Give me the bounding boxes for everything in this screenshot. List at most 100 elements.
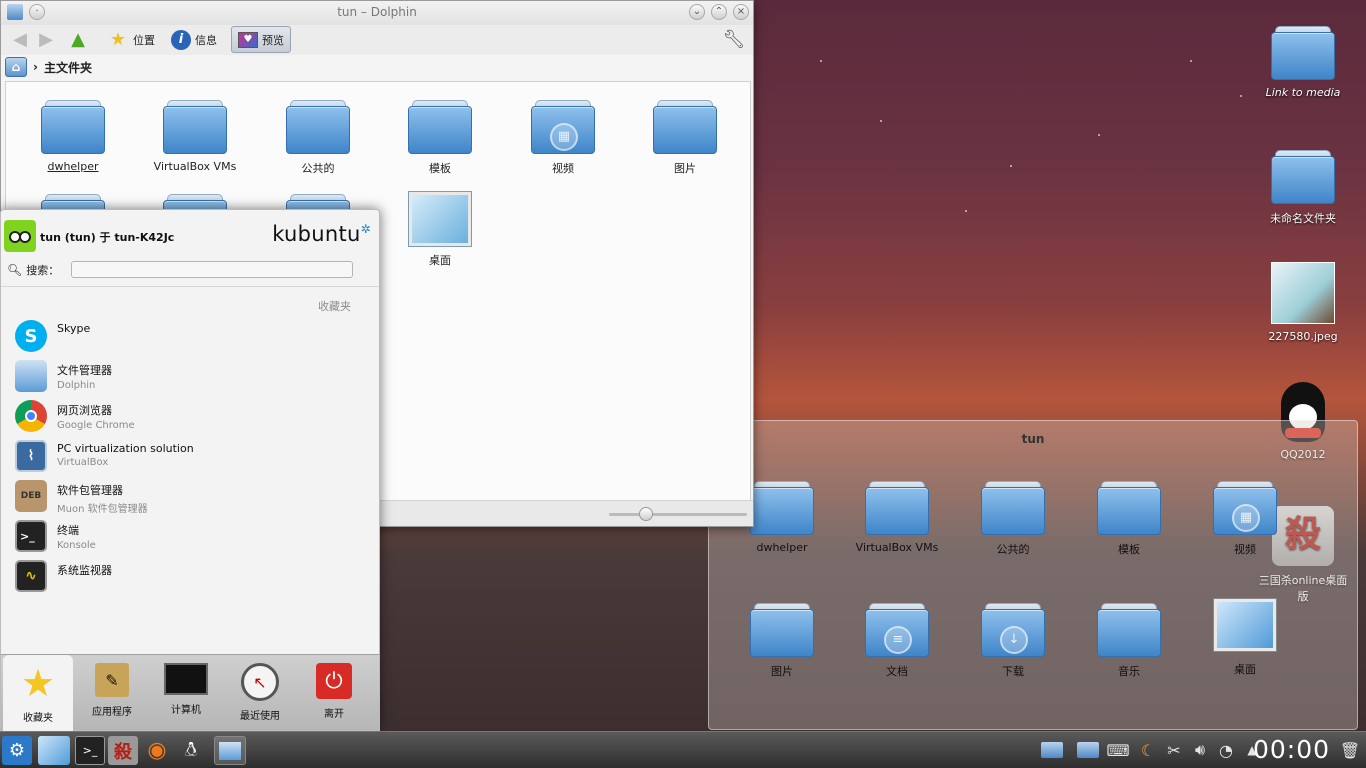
folder-item[interactable]: 模板 xyxy=(1074,481,1184,557)
show-desktop-icon[interactable] xyxy=(38,736,70,765)
kubuntu-logo: kubuntu✲ xyxy=(272,222,371,246)
applications-icon: ✎ xyxy=(95,663,129,697)
folder-item[interactable]: ▦ 视频 xyxy=(508,100,618,176)
folder-item[interactable]: dwhelper xyxy=(18,100,128,173)
video-folder-icon: ▦ xyxy=(531,100,595,154)
zoom-slider-handle[interactable] xyxy=(639,507,653,521)
volume-icon[interactable]: 🔊︎ xyxy=(1188,738,1212,762)
folder-item[interactable]: 模板 xyxy=(385,100,495,176)
desktop-icon-link-to-media[interactable]: Link to media xyxy=(1255,26,1351,99)
folder-item[interactable]: 桌面 xyxy=(1190,599,1300,677)
package-icon: DEB xyxy=(15,480,47,512)
system-monitor-icon: ∿ xyxy=(15,560,47,592)
list-item-skype[interactable]: S Skype xyxy=(15,316,365,356)
window-titlebar[interactable]: · tun – Dolphin ⌄ ⌃ × xyxy=(1,1,753,25)
folder-item[interactable]: 公共的 xyxy=(263,100,373,176)
maximize-button[interactable]: ⌃ xyxy=(711,4,727,20)
folder-label: dwhelper xyxy=(47,160,99,173)
folder-item[interactable]: 公共的 xyxy=(958,481,1068,557)
folder-item[interactable]: 桌面 xyxy=(385,192,495,268)
tab-recent[interactable]: ↖ 最近使用 xyxy=(225,663,295,722)
minimize-button[interactable]: ⌄ xyxy=(689,4,705,20)
folder-item[interactable]: ↓ 下载 xyxy=(958,603,1068,679)
zoom-slider[interactable] xyxy=(609,507,747,521)
up-button[interactable]: ▲ xyxy=(61,26,95,53)
kde-launcher-button[interactable]: ⚙︎ xyxy=(2,736,32,765)
folder-label: 视频 xyxy=(552,162,574,175)
folder-item[interactable]: 图片 xyxy=(630,100,740,176)
folder-item[interactable]: 图片 xyxy=(727,603,837,679)
folder-label: dwhelper xyxy=(756,541,808,554)
close-button[interactable]: × xyxy=(733,4,749,20)
tab-computer[interactable]: 计算机 xyxy=(151,663,221,716)
folder-icon xyxy=(1271,150,1335,204)
tab-applications[interactable]: ✎ 应用程序 xyxy=(77,663,147,718)
night-mode-icon[interactable]: ☾ xyxy=(1136,738,1160,762)
clipboard-scissors-icon[interactable]: ✂︎ xyxy=(1162,738,1186,762)
tab-leave[interactable]: ⏻︎ 离开 xyxy=(299,663,369,720)
app-subtitle: Google Chrome xyxy=(57,420,135,431)
game-task-icon[interactable]: 殺 xyxy=(108,736,138,765)
terminal-task-icon[interactable]: >_ xyxy=(75,736,105,765)
preview-button[interactable]: ♥ 预览 xyxy=(231,26,291,53)
wifi-icon[interactable]: ◔ xyxy=(1214,738,1238,762)
video-folder-icon: ▦ xyxy=(1213,481,1277,535)
home-icon[interactable]: ⌂ xyxy=(5,57,27,77)
folder-item[interactable]: VirtualBox VMs xyxy=(140,100,250,173)
configure-button[interactable]: 🔧︎ xyxy=(717,26,751,53)
clock[interactable]: 00:00 xyxy=(1253,735,1330,764)
device-notifier-icon[interactable] xyxy=(1040,738,1064,762)
folder-item[interactable]: VirtualBox VMs xyxy=(842,481,952,554)
qq-icon[interactable]: 🐧︎ xyxy=(176,736,206,765)
folder-icon xyxy=(1097,481,1161,535)
clock-icon: ↖ xyxy=(241,663,279,701)
folder-view-widget[interactable]: ◀ tun dwhelper VirtualBox VMs 公共的 模板 ▦ 视… xyxy=(708,420,1358,730)
desktop-icon-label: 227580.jpeg xyxy=(1268,330,1338,343)
folder-item[interactable]: 音乐 xyxy=(1074,603,1184,679)
info-button[interactable]: i 信息 xyxy=(165,26,223,53)
search-bar: 🔍︎ 搜索： xyxy=(7,261,354,278)
tab-favorites[interactable]: ★ 收藏夹 xyxy=(3,655,73,731)
firefox-icon[interactable]: ◉ xyxy=(142,736,172,765)
folder-view-tray-icon[interactable] xyxy=(1076,738,1100,762)
brand-text: kubuntu xyxy=(272,222,361,246)
folder-item[interactable]: ▦ 视频 xyxy=(1190,481,1300,557)
app-subtitle: VirtualBox xyxy=(57,457,109,468)
back-arrow-icon: ◀ xyxy=(13,29,27,50)
list-item-system-monitor[interactable]: ∿ 系统监视器 xyxy=(15,556,365,596)
documents-folder-icon: ≡ xyxy=(865,603,929,657)
folder-label: VirtualBox VMs xyxy=(153,160,237,173)
list-item-muon[interactable]: DEB 软件包管理器 Muon 软件包管理器 xyxy=(15,476,365,516)
forward-button[interactable]: ▶ xyxy=(29,26,63,53)
keyboard-icon[interactable]: ⌨︎ xyxy=(1106,738,1130,762)
trash-icon[interactable]: 🗑︎ xyxy=(1338,738,1362,762)
dolphin-task-icon[interactable] xyxy=(214,736,246,765)
list-item-dolphin[interactable]: 文件管理器 Dolphin xyxy=(15,356,365,396)
folder-label: 公共的 xyxy=(301,162,335,175)
folder-label: 图片 xyxy=(771,665,793,678)
folder-icon xyxy=(286,100,350,154)
desktop-icon-new-folder[interactable]: 未命名文件夹 xyxy=(1255,150,1351,226)
kickoff-launcher[interactable]: tun (tun) 于 tun-K42Jc kubuntu✲ 🔍︎ 搜索： 收藏… xyxy=(0,209,380,731)
preview-label: 预览 xyxy=(262,33,284,47)
tab-label: 离开 xyxy=(324,709,344,720)
breadcrumb-separator: › xyxy=(33,60,38,74)
power-icon: ⏻︎ xyxy=(316,663,352,699)
search-input[interactable] xyxy=(71,261,354,278)
folder-icon xyxy=(163,100,227,154)
folder-label: 文档 xyxy=(886,665,908,678)
folder-label: 桌面 xyxy=(429,254,451,267)
desktop-icon-label: Link to media xyxy=(1265,86,1341,99)
divider xyxy=(1,286,379,287)
tab-label: 计算机 xyxy=(171,705,201,716)
breadcrumb-home[interactable]: 主文件夹 xyxy=(44,59,92,76)
list-item-virtualbox[interactable]: ⌇ PC virtualization solution VirtualBox xyxy=(15,436,365,476)
list-item-konsole[interactable]: >_ 终端 Konsole xyxy=(15,516,365,556)
list-item-chrome[interactable]: 网页浏览器 Google Chrome xyxy=(15,396,365,436)
desktop-icon-image-file[interactable]: 227580.jpeg xyxy=(1255,262,1351,343)
user-label: tun (tun) 于 tun-K42Jc xyxy=(40,231,175,244)
places-button[interactable]: ★ 位置 xyxy=(101,26,161,53)
wrench-icon: 🔧︎ xyxy=(722,29,746,50)
desktop-icon-label: 未命名文件夹 xyxy=(1270,212,1336,225)
folder-item[interactable]: ≡ 文档 xyxy=(842,603,952,679)
